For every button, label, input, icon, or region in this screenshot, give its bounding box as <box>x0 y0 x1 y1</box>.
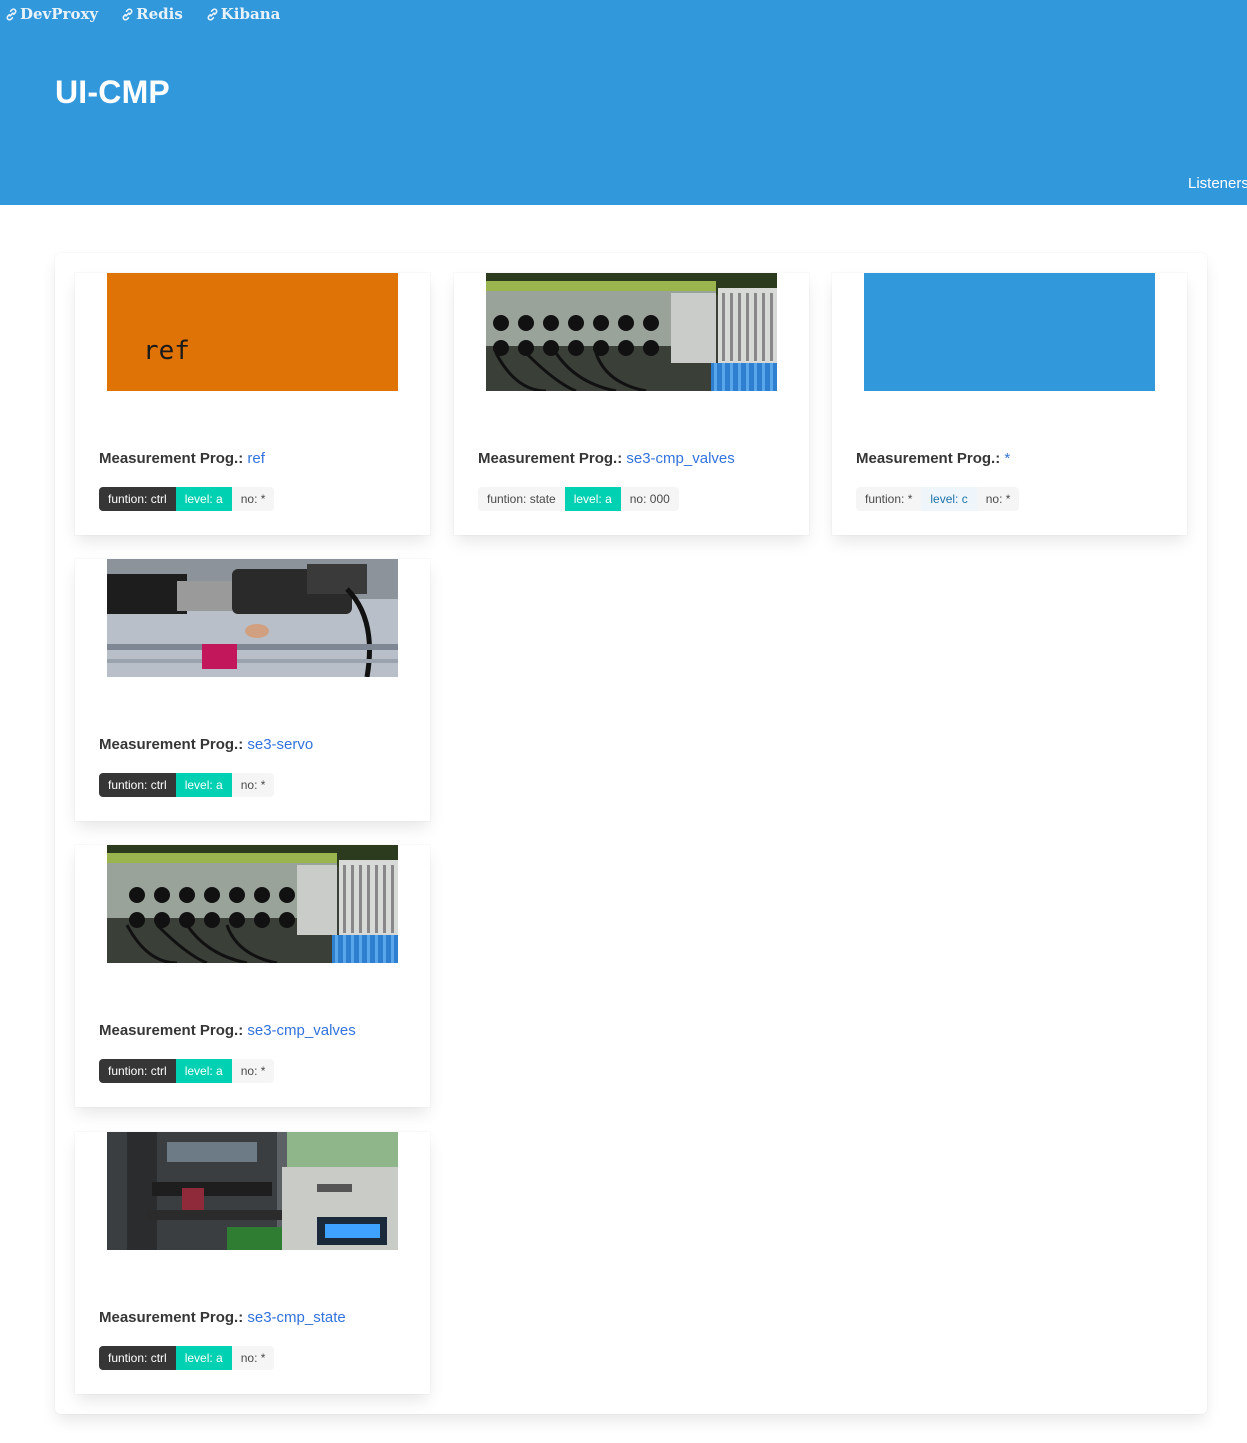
tag-function: funtion: ctrl <box>99 1346 176 1370</box>
measurement-prog-link[interactable]: se3-cmp_state <box>247 1309 345 1326</box>
nav-item-listeners[interactable]: Listeners <box>1188 175 1247 192</box>
ref-thumbnail-image: ref <box>107 273 398 391</box>
program-card[interactable]: ref Measurement Prog.: ref funtion: ctrl… <box>75 273 430 535</box>
program-card[interactable]: Measurement Prog.: se3-cmp_valves funtio… <box>75 845 430 1107</box>
tag-function: funtion: ctrl <box>99 1059 176 1083</box>
measurement-prog-label: Measurement Prog.: <box>99 450 244 467</box>
tag-no: no: * <box>231 1059 275 1083</box>
servo-photo <box>107 559 398 677</box>
page-title: UI-CMP <box>55 74 170 110</box>
program-card[interactable]: Measurement Prog.: se3-servo funtion: ct… <box>75 559 430 821</box>
measurement-prog-link[interactable]: ref <box>247 450 265 467</box>
tag-group: funtion: ctrl level: a no: * <box>99 487 275 511</box>
tag-level: level: a <box>175 1346 232 1370</box>
nav-link-label: Redis <box>136 5 183 23</box>
measurement-prog-label: Measurement Prog.: <box>99 1309 244 1326</box>
measurement-prog-label: Measurement Prog.: <box>99 1022 244 1039</box>
program-card[interactable]: Measurement Prog.: * funtion: * level: c… <box>832 273 1187 535</box>
tag-group: funtion: state level: a no: 000 <box>478 487 679 511</box>
nav-link-redis[interactable]: Redis <box>120 4 183 24</box>
valves-photo <box>107 845 398 963</box>
measurement-prog-line: Measurement Prog.: se3-cmp_valves <box>99 1022 356 1039</box>
measurement-prog-label: Measurement Prog.: <box>99 736 244 753</box>
measurement-prog-line: Measurement Prog.: * <box>856 450 1010 467</box>
measurement-prog-label: Measurement Prog.: <box>478 450 623 467</box>
tag-function: funtion: * <box>856 487 922 511</box>
tag-level: level: c <box>921 487 977 511</box>
tag-group: funtion: * level: c no: * <box>856 487 1020 511</box>
measurement-prog-line: Measurement Prog.: se3-servo <box>99 736 313 753</box>
program-thumbnail: ref <box>107 273 398 391</box>
tag-group: funtion: ctrl level: a no: * <box>99 1346 275 1370</box>
program-thumbnail <box>107 559 398 677</box>
tag-no: no: * <box>231 487 275 511</box>
measurement-prog-link[interactable]: * <box>1004 450 1010 467</box>
program-thumbnail <box>107 1132 398 1250</box>
tag-no: no: 000 <box>620 487 679 511</box>
thumbnail-text: ref <box>143 336 190 366</box>
nav-link-kibana[interactable]: Kibana <box>205 4 281 24</box>
link-icon <box>122 7 133 21</box>
link-icon <box>207 7 218 21</box>
tag-group: funtion: ctrl level: a no: * <box>99 773 275 797</box>
state-photo <box>107 1132 398 1250</box>
hero-banner: DevProxy Redis Kibana UI-CMP Listeners <box>0 0 1247 205</box>
program-card[interactable]: Measurement Prog.: se3-cmp_state funtion… <box>75 1132 430 1394</box>
tag-function: funtion: state <box>478 487 565 511</box>
program-thumbnail <box>864 273 1155 391</box>
program-card[interactable]: Measurement Prog.: se3-cmp_valves funtio… <box>454 273 809 535</box>
tag-function: funtion: ctrl <box>99 487 176 511</box>
card-container: ref Measurement Prog.: ref funtion: ctrl… <box>55 253 1207 1414</box>
tag-level: level: a <box>175 773 232 797</box>
top-nav: DevProxy Redis Kibana <box>4 4 302 24</box>
tag-function: funtion: ctrl <box>99 773 176 797</box>
blank-thumbnail-image <box>864 273 1155 391</box>
tag-no: no: * <box>231 1346 275 1370</box>
tag-level: level: a <box>175 487 232 511</box>
valves-photo <box>486 273 777 391</box>
tag-level: level: a <box>175 1059 232 1083</box>
link-icon <box>6 7 17 21</box>
tag-level: level: a <box>564 487 621 511</box>
measurement-prog-link[interactable]: se3-servo <box>247 736 313 753</box>
program-thumbnail <box>107 845 398 963</box>
measurement-prog-line: Measurement Prog.: se3-cmp_state <box>99 1309 346 1326</box>
measurement-prog-line: Measurement Prog.: se3-cmp_valves <box>478 450 735 467</box>
program-thumbnail <box>486 273 777 391</box>
tag-no: no: * <box>976 487 1020 511</box>
measurement-prog-link[interactable]: se3-cmp_valves <box>626 450 734 467</box>
nav-link-devproxy[interactable]: DevProxy <box>4 4 98 24</box>
nav-link-label: Kibana <box>220 5 281 23</box>
measurement-prog-link[interactable]: se3-cmp_valves <box>247 1022 355 1039</box>
measurement-prog-label: Measurement Prog.: <box>856 450 1001 467</box>
tag-group: funtion: ctrl level: a no: * <box>99 1059 275 1083</box>
tag-no: no: * <box>231 773 275 797</box>
nav-link-label: DevProxy <box>20 5 99 23</box>
measurement-prog-line: Measurement Prog.: ref <box>99 450 265 467</box>
